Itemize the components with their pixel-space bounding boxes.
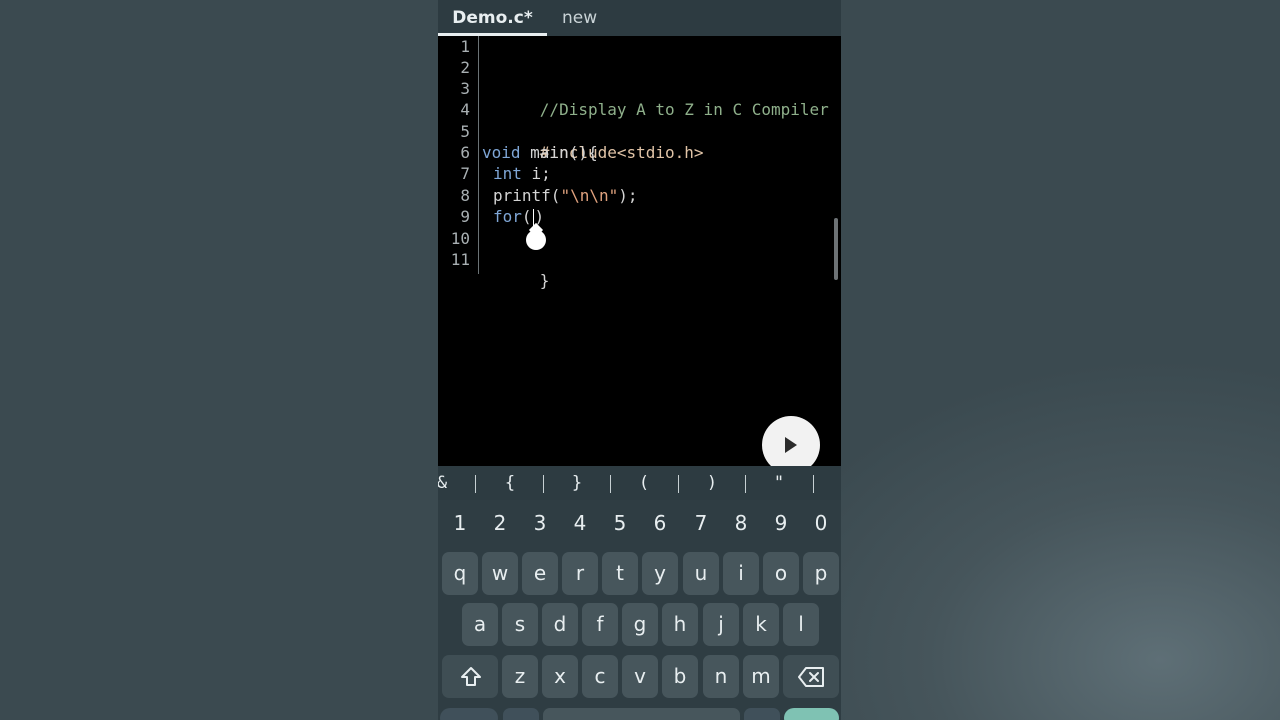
- line-number: 7: [460, 164, 470, 183]
- shift-arrow-icon: [461, 667, 481, 686]
- line-number: 8: [460, 186, 470, 205]
- line-number: 10: [450, 229, 470, 248]
- symbol-key[interactable]: ": [767, 466, 791, 500]
- key-m[interactable]: m: [743, 655, 779, 698]
- key-i[interactable]: i: [723, 552, 759, 595]
- symbol-key[interactable]: {: [498, 466, 522, 500]
- period-key[interactable]: [744, 708, 780, 720]
- space-key[interactable]: [543, 708, 740, 720]
- code-line-6: void main(){: [482, 142, 598, 163]
- key-2[interactable]: 2: [482, 508, 518, 538]
- key-a[interactable]: a: [462, 603, 498, 646]
- key-4[interactable]: 4: [562, 508, 598, 538]
- symbol-separator: [543, 475, 544, 493]
- key-d[interactable]: d: [542, 603, 578, 646]
- shift-key[interactable]: [442, 655, 498, 698]
- key-x[interactable]: x: [542, 655, 578, 698]
- code-keyword: int: [493, 164, 522, 183]
- code-line-11: }: [482, 249, 550, 290]
- line-number: 4: [460, 100, 470, 119]
- key-o[interactable]: o: [763, 552, 799, 595]
- key-q[interactable]: q: [442, 552, 478, 595]
- code-line-7: int i;: [493, 163, 551, 184]
- key-l[interactable]: l: [783, 603, 819, 646]
- code-line-3: //Display A to Z in C Compiler: [482, 78, 829, 119]
- scrollbar-thumb[interactable]: [834, 218, 838, 280]
- code-comment: //Display A to Z in C Compiler: [539, 100, 829, 119]
- line-number: 9: [460, 207, 470, 226]
- phone-screen: Demo.c* new 1 2 3 4 5 6 7 8 9 10 11 //Di…: [438, 0, 841, 720]
- line-number: 11: [450, 250, 470, 269]
- tab-new[interactable]: new: [562, 0, 597, 36]
- key-k[interactable]: k: [743, 603, 779, 646]
- code-text: main(){: [520, 143, 598, 162]
- line-number: 2: [460, 58, 470, 77]
- key-3[interactable]: 3: [522, 508, 558, 538]
- tab-label: Demo.c*: [452, 8, 533, 28]
- key-5[interactable]: 5: [602, 508, 638, 538]
- key-v[interactable]: v: [622, 655, 658, 698]
- gutter-divider: [478, 36, 479, 274]
- line-number: 6: [460, 143, 470, 162]
- symbols-key[interactable]: [440, 708, 498, 720]
- key-t[interactable]: t: [602, 552, 638, 595]
- symbol-separator: [475, 475, 476, 493]
- code-text: printf(: [493, 186, 561, 205]
- code-editor[interactable]: 1 2 3 4 5 6 7 8 9 10 11 //Display A to Z…: [438, 36, 841, 474]
- key-j[interactable]: j: [703, 603, 739, 646]
- cursor-handle[interactable]: [526, 230, 546, 250]
- code-string: "\n\n": [560, 186, 619, 205]
- tab-label: new: [562, 8, 598, 28]
- enter-key[interactable]: [784, 708, 839, 720]
- key-b[interactable]: b: [662, 655, 698, 698]
- symbol-key[interactable]: ): [700, 466, 724, 500]
- tab-bar: Demo.c* new: [438, 0, 841, 36]
- symbol-separator: [610, 475, 611, 493]
- code-line-8: printf("\n\n");: [493, 185, 638, 206]
- line-number: 1: [460, 37, 470, 56]
- key-8[interactable]: 8: [723, 508, 759, 538]
- symbol-key[interactable]: &: [438, 466, 454, 500]
- key-h[interactable]: h: [662, 603, 698, 646]
- key-p[interactable]: p: [803, 552, 839, 595]
- key-g[interactable]: g: [622, 603, 658, 646]
- code-keyword: for: [493, 207, 522, 226]
- tab-demo-c[interactable]: Demo.c*: [438, 0, 547, 36]
- symbol-key[interactable]: }: [565, 466, 589, 500]
- key-w[interactable]: w: [482, 552, 518, 595]
- line-number: 3: [460, 79, 470, 98]
- key-n[interactable]: n: [703, 655, 739, 698]
- key-7[interactable]: 7: [683, 508, 719, 538]
- key-9[interactable]: 9: [763, 508, 799, 538]
- key-r[interactable]: r: [562, 552, 598, 595]
- key-s[interactable]: s: [502, 603, 538, 646]
- play-icon: [785, 437, 797, 453]
- code-text: (: [521, 207, 532, 226]
- symbol-bar: & { } ( ) ": [438, 466, 841, 500]
- symbol-separator: [745, 475, 746, 493]
- code-text: i;: [521, 164, 551, 183]
- line-number: 5: [460, 122, 470, 141]
- text-cursor: [532, 209, 534, 226]
- backspace-icon: [798, 667, 824, 687]
- key-0[interactable]: 0: [803, 508, 839, 538]
- key-1[interactable]: 1: [442, 508, 478, 538]
- backspace-key[interactable]: [783, 655, 839, 698]
- code-text: );: [618, 186, 638, 205]
- symbol-key[interactable]: (: [632, 466, 656, 500]
- key-z[interactable]: z: [502, 655, 538, 698]
- symbol-separator: [678, 475, 679, 493]
- code-text: }: [539, 271, 550, 290]
- code-line-5: #include<stdio.h>: [482, 121, 704, 162]
- key-u[interactable]: u: [683, 552, 719, 595]
- symbol-separator: [813, 475, 814, 493]
- key-f[interactable]: f: [582, 603, 618, 646]
- key-e[interactable]: e: [522, 552, 558, 595]
- key-6[interactable]: 6: [642, 508, 678, 538]
- soft-keyboard: 1 2 3 4 5 6 7 8 9 0 q w e r t y u i o p …: [438, 500, 841, 720]
- key-c[interactable]: c: [582, 655, 618, 698]
- code-keyword: void: [482, 143, 521, 162]
- key-y[interactable]: y: [642, 552, 678, 595]
- comma-key[interactable]: [503, 708, 539, 720]
